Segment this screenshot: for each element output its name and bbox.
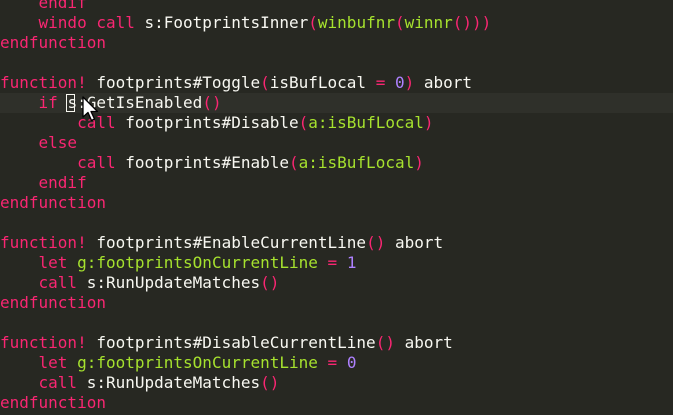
code-token: ) (423, 113, 434, 132)
code-token: abort (385, 233, 444, 252)
code-token: ())) (452, 13, 492, 32)
code-line[interactable]: endfunction (0, 193, 673, 213)
code-token: s:FootprintsInner (134, 13, 309, 32)
code-line[interactable]: call s:RunUpdateMatches() (0, 373, 673, 393)
code-line[interactable]: let g:footprintsOnCurrentLine = 0 (0, 353, 673, 373)
code-token: footprints#DisableCurrentLine (86, 333, 376, 352)
code-line[interactable]: windo call s:FootprintsInner(winbufnr(wi… (0, 13, 673, 33)
code-token: function! (0, 333, 87, 352)
code-token: 0 (346, 353, 357, 372)
code-token: let (38, 253, 68, 272)
code-line[interactable] (0, 53, 673, 73)
code-token: if (38, 93, 58, 112)
code-line[interactable]: call footprints#Disable(a:isBufLocal) (0, 113, 673, 133)
code-token: call (96, 13, 135, 32)
code-token: footprints#EnableCurrentLine (86, 233, 367, 252)
code-token: :GetIsEnabled (77, 93, 203, 112)
code-token: windo (38, 13, 87, 32)
code-token: footprints#Toggle (86, 73, 261, 92)
code-token: endif (38, 0, 87, 12)
code-token: ( (288, 153, 299, 172)
code-token: () (202, 93, 222, 112)
code-token: ( (260, 73, 270, 92)
code-token: ( (298, 113, 309, 132)
code-line[interactable]: function! footprints#Toggle(isBufLocal =… (0, 73, 673, 93)
code-line[interactable]: if s:GetIsEnabled() (0, 93, 673, 113)
code-token: s:RunUpdateMatches (77, 273, 261, 292)
code-line[interactable]: call footprints#Enable(a:isBufLocal) (0, 153, 673, 173)
code-token: a:isBufLocal (298, 153, 415, 172)
code-token: call (77, 153, 116, 172)
code-token: ( (394, 13, 405, 32)
code-line[interactable]: function! footprints#EnableCurrentLine()… (0, 233, 673, 253)
code-line[interactable] (0, 213, 673, 233)
code-line[interactable]: call s:RunUpdateMatches() (0, 273, 673, 293)
text-cursor (66, 94, 76, 112)
code-line[interactable]: endif (0, 0, 673, 13)
code-token: function! (0, 233, 87, 252)
code-token: endfunction (0, 393, 106, 412)
code-token: abort (414, 73, 473, 92)
code-token: call (77, 113, 116, 132)
code-token: isBufLocal (269, 73, 367, 92)
code-token: a:isBufLocal (308, 113, 424, 132)
code-token: () (375, 333, 395, 352)
code-editor[interactable]: endif windo call s:FootprintsInner(winbu… (0, 0, 673, 413)
code-token: = (317, 253, 347, 272)
code-token: 0 (394, 73, 405, 92)
code-token: call (38, 373, 78, 392)
code-token: 1 (346, 253, 357, 272)
code-token: else (38, 133, 78, 152)
code-token: endfunction (0, 193, 106, 212)
code-line[interactable]: let g:footprintsOnCurrentLine = 1 (0, 253, 673, 273)
code-token: abort (394, 333, 453, 352)
code-token: () (260, 273, 280, 292)
code-line[interactable]: endfunction (0, 33, 673, 53)
code-line[interactable]: endfunction (0, 393, 673, 413)
code-token: = (317, 353, 347, 372)
code-token: call (38, 273, 78, 292)
code-token: endfunction (0, 293, 106, 312)
code-token: ) (414, 153, 424, 172)
code-token: let (38, 353, 68, 372)
code-token: footprints#Disable (115, 113, 299, 132)
code-token: () (260, 373, 280, 392)
code-token: endfunction (0, 33, 106, 52)
code-token: winnr (404, 13, 453, 32)
code-line[interactable]: else (0, 133, 673, 153)
code-token: ( (308, 13, 318, 32)
code-token: winbufnr (317, 13, 395, 32)
code-token: = (366, 73, 395, 92)
code-token: endif (38, 173, 87, 192)
code-line[interactable]: endfunction (0, 293, 673, 313)
code-token: g:footprintsOnCurrentLine (77, 353, 318, 372)
code-token: s (66, 93, 78, 112)
code-token: g:footprintsOnCurrentLine (77, 253, 318, 272)
code-token: s:RunUpdateMatches (77, 373, 261, 392)
code-token: () (366, 233, 386, 252)
code-token: function! (0, 73, 87, 92)
code-line[interactable] (0, 313, 673, 333)
code-line[interactable]: endif (0, 173, 673, 193)
code-token: ) (404, 73, 415, 92)
code-token: footprints#Enable (115, 153, 289, 172)
code-line[interactable]: function! footprints#DisableCurrentLine(… (0, 333, 673, 353)
